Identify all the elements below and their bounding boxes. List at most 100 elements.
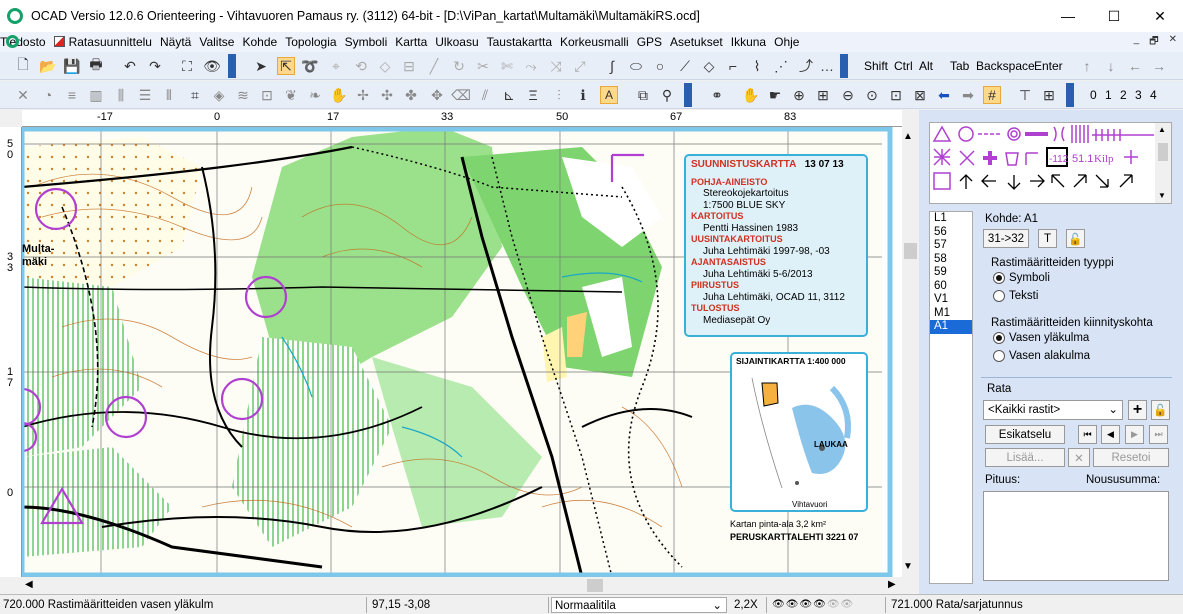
map-canvas[interactable]: Multa-mäki SUUNNISTUSKARTTA 13 07 13 POH… <box>22 127 902 577</box>
pattern-icon[interactable]: ❧ <box>306 86 324 104</box>
pin-icon[interactable]: ⚲ <box>658 86 676 104</box>
join-icon[interactable]: ⤨ <box>547 57 565 75</box>
freehand-draw-icon[interactable]: ⌇ <box>748 57 766 75</box>
backspace-key-button[interactable]: Backspace <box>976 59 1035 73</box>
ctrl-key-button[interactable]: Ctrl <box>894 59 913 73</box>
columns-icon[interactable]: ⫼ <box>112 86 130 104</box>
view-mode-icon[interactable]: 👁 <box>203 57 221 75</box>
eye-icon[interactable]: 👁 <box>799 599 813 610</box>
scroll-right-icon[interactable]: ▶ <box>888 579 896 590</box>
mdi-minimize-button[interactable]: _ <box>1134 34 1140 51</box>
zoom-out-icon[interactable]: ⊖ <box>839 86 857 104</box>
view-eyes[interactable]: 👁👁👁👁👁👁 <box>769 597 886 613</box>
reset-button[interactable]: Resetoi <box>1093 448 1169 467</box>
map-vertical-scrollbar[interactable]: ▲ ▼ <box>902 127 919 577</box>
info-icon[interactable]: ℹ <box>574 86 592 104</box>
zoom-selection-icon[interactable]: ⊠ <box>911 86 929 104</box>
ruler-icon[interactable]: ⊤ <box>1016 86 1034 104</box>
symbol-scroll-down-icon[interactable]: ▼ <box>1158 191 1166 200</box>
mdi-close-button[interactable]: ✕ <box>1169 34 1177 51</box>
delete-object-icon[interactable]: ✕ <box>14 86 32 104</box>
previous-button[interactable]: ◀ <box>1101 425 1120 444</box>
eraser-icon[interactable]: ⌫ <box>451 86 471 104</box>
toolbar-grip[interactable] <box>228 54 236 78</box>
menu-kohde[interactable]: Kohde <box>242 35 285 49</box>
cut-icon[interactable]: ⊡ <box>258 86 276 104</box>
fill-icon[interactable]: ◈ <box>210 86 228 104</box>
crop-icon[interactable]: ⌗ <box>186 86 204 104</box>
control-item[interactable]: 57 <box>930 239 972 253</box>
straight-draw-icon[interactable]: ⟋ <box>676 57 694 75</box>
layers-icon[interactable]: ≋ <box>234 86 252 104</box>
last-button[interactable]: ⏭ <box>1149 425 1168 444</box>
enter-key-button[interactable]: Enter <box>1034 59 1063 73</box>
more-tools-icon[interactable]: … <box>818 57 836 75</box>
edit-object-icon[interactable]: ⇱ <box>277 57 295 75</box>
level-2-button[interactable]: 2 <box>1120 88 1127 102</box>
pan-hand-icon[interactable]: ✋ <box>742 86 760 104</box>
menu-korkeusmalli[interactable]: Korkeusmalli <box>560 35 637 49</box>
zoom-in-icon[interactable]: ⊕ <box>790 86 808 104</box>
mdi-restore-button[interactable]: 🗗 <box>1149 34 1158 51</box>
menu-taustakartta[interactable]: Taustakartta <box>487 35 560 49</box>
new-file-icon[interactable]: 🗋 <box>14 56 32 75</box>
shift-key-button[interactable]: Shift <box>864 59 888 73</box>
course-info-text-area[interactable] <box>983 491 1169 581</box>
close-button[interactable]: ✕ <box>1137 0 1183 32</box>
polyline-icon[interactable]: ⤴ <box>797 57 815 75</box>
rectangle-draw-icon[interactable]: ◇ <box>700 57 718 75</box>
ellipse-draw-icon[interactable]: ⬭ <box>627 57 645 75</box>
control-item[interactable]: 59 <box>930 266 972 280</box>
cut-hole-icon[interactable]: ✄ <box>498 57 516 75</box>
hand-pattern-icon[interactable]: ✋ <box>330 86 348 104</box>
align-icon[interactable]: ≡ <box>63 86 81 104</box>
maximize-button[interactable]: ☐ <box>1091 0 1137 32</box>
gauge-icon[interactable]: ◔ <box>39 86 57 104</box>
bars-icon[interactable]: ⫴ <box>160 86 178 104</box>
circle-draw-icon[interactable]: ○ <box>651 57 669 75</box>
arrow-down-icon[interactable]: ↓ <box>1102 57 1120 75</box>
type-symbol-radio[interactable]: Symboli <box>993 272 1050 284</box>
text-toggle-button[interactable]: T <box>1038 229 1057 248</box>
level-1-button[interactable]: 1 <box>1105 88 1112 102</box>
minimize-button[interactable]: — <box>1045 0 1091 32</box>
arrow-up-icon[interactable]: ↑ <box>1078 57 1096 75</box>
course-lock-button[interactable]: 🔓 <box>1151 400 1170 420</box>
text-align-icon[interactable]: ⫽ <box>476 86 494 104</box>
symbol-scroll-up-icon[interactable]: ▲ <box>1158 125 1166 134</box>
text-spacing-icon[interactable]: ⫶ <box>550 86 568 104</box>
toolbar-grip[interactable] <box>684 83 692 107</box>
menu-asetukset[interactable]: Asetukset <box>670 35 731 49</box>
menu-ohje[interactable]: Ohje <box>774 35 807 49</box>
lock-button[interactable]: 🔓 <box>1066 229 1085 248</box>
move-hand-icon[interactable]: ☛ <box>766 86 784 104</box>
zoom-area-icon[interactable]: ⊞ <box>814 86 832 104</box>
menu-symboli[interactable]: Symboli <box>345 35 396 49</box>
scroll-left-icon[interactable]: ◀ <box>25 579 33 590</box>
preview-button[interactable]: Esikatselu <box>985 425 1065 444</box>
scroll-up-icon[interactable]: ▲ <box>903 131 913 142</box>
fullscreen-icon[interactable]: ⛶ <box>178 57 196 75</box>
control-item-selected[interactable]: A1 <box>930 320 972 334</box>
add-button[interactable]: Lisää... <box>985 448 1065 467</box>
symbol-palette[interactable]: -112 51.1 Kilp <box>930 123 1156 203</box>
control-item[interactable]: 60 <box>930 280 972 294</box>
menu-topologia[interactable]: Topologia <box>285 35 344 49</box>
level-3-button[interactable]: 3 <box>1135 88 1142 102</box>
course-select[interactable]: <Kaikki rastit> ⌄ <box>983 400 1123 420</box>
stretch-icon[interactable]: ⤢ <box>571 57 589 75</box>
toolbar-grip[interactable] <box>840 54 848 78</box>
eye-icon[interactable]: 👁 <box>813 599 827 610</box>
next-button[interactable]: ▶ <box>1125 425 1144 444</box>
grid-icon[interactable]: # <box>983 86 1001 104</box>
group-icon[interactable]: ⧉ <box>634 86 652 104</box>
first-button[interactable]: ⏮ <box>1078 425 1097 444</box>
menu-ikkuna[interactable]: Ikkuna <box>731 35 774 49</box>
open-folder-icon[interactable]: 📂 <box>39 57 57 75</box>
add-vertex-icon[interactable]: ◇ <box>376 57 394 75</box>
rotate-object-icon[interactable]: ↻ <box>450 57 468 75</box>
menu-valitse[interactable]: Valitse <box>199 35 242 49</box>
swap-direction-button[interactable]: 31->32 <box>983 229 1029 248</box>
hatch-icon[interactable]: ▥ <box>87 86 105 104</box>
menu-gps[interactable]: GPS <box>637 35 670 49</box>
